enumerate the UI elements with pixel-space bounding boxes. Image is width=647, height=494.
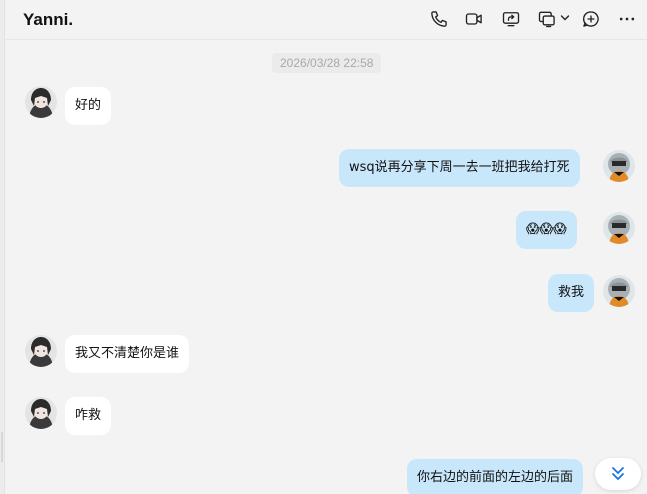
chat-header: Yanni. <box>6 0 647 40</box>
video-call-icon[interactable] <box>463 8 485 30</box>
avatar-contact[interactable] <box>25 86 57 118</box>
avatar-self[interactable] <box>603 275 635 307</box>
double-chevron-down-icon <box>612 467 624 480</box>
message-bubble-incoming[interactable]: 好的 <box>65 87 112 125</box>
edge-marker <box>1 432 3 462</box>
avatar-contact[interactable] <box>25 335 57 367</box>
scroll-to-bottom-button[interactable] <box>595 458 641 490</box>
chat-title: Yanni. <box>23 10 74 29</box>
message-bubble-outgoing[interactable]: 😱😱😱 <box>516 211 577 249</box>
message-bubble-incoming[interactable]: 咋救 <box>65 397 112 435</box>
message-timestamp: 2026/03/28 22:58 <box>272 53 382 73</box>
message-bubble-incoming[interactable]: 我又不清楚你是谁 <box>65 335 190 373</box>
message-bubble-outgoing[interactable]: 你右边的前面的左边的后面 <box>407 459 584 494</box>
more-icon[interactable] <box>616 8 638 30</box>
phone-icon[interactable] <box>428 8 450 30</box>
add-member-icon[interactable] <box>580 8 602 30</box>
message-bubble-outgoing[interactable]: 救我 <box>548 274 595 312</box>
remote-control-icon[interactable] <box>536 8 558 30</box>
screen-share-icon[interactable] <box>500 8 522 30</box>
chevron-down-icon[interactable] <box>560 14 570 22</box>
avatar-contact[interactable] <box>25 397 57 429</box>
avatar-self[interactable] <box>603 150 635 182</box>
message-bubble-outgoing[interactable]: wsq说再分享下周一去一班把我给打死 <box>339 149 580 187</box>
avatar-self[interactable] <box>603 212 635 244</box>
window-left-edge <box>0 0 5 494</box>
